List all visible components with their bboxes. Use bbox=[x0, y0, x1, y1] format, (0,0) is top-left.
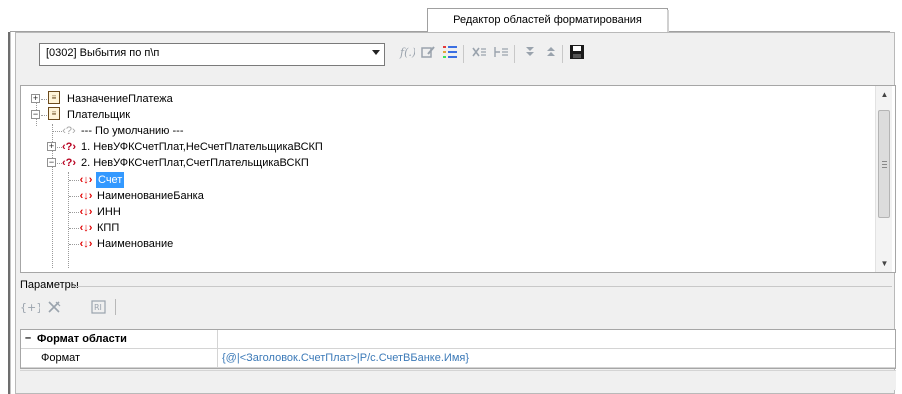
scroll-thumb[interactable] bbox=[878, 110, 890, 218]
tree-scrollbar[interactable]: ▲ ▼ bbox=[875, 86, 892, 272]
expand-icon[interactable]: + bbox=[47, 142, 56, 151]
svg-text:f(.): f(.) bbox=[399, 46, 415, 59]
field-icon: ‹↓› bbox=[79, 174, 93, 186]
grid-section-row[interactable]: – Формат области bbox=[21, 330, 895, 349]
tree-node-label: Счет bbox=[96, 172, 125, 188]
tab-shadow bbox=[667, 10, 669, 32]
tree-node-label: --- По умолчанию --- bbox=[81, 125, 184, 137]
save-icon[interactable] bbox=[567, 44, 587, 64]
list-icon[interactable] bbox=[440, 44, 460, 64]
svg-text:RI: RI bbox=[94, 303, 102, 312]
format-select[interactable]: [0302] Выбытия по п\п bbox=[39, 43, 385, 66]
field-icon: ‹↓› bbox=[79, 206, 93, 218]
move-up-icon[interactable] bbox=[541, 44, 561, 64]
tree-node-label: ИНН bbox=[97, 206, 121, 218]
grid-section-title: Формат области bbox=[37, 333, 127, 345]
properties-grid: – Формат области Формат {@|<Заголовок.Сч… bbox=[20, 329, 896, 369]
field-icon: ‹↓› bbox=[79, 238, 93, 250]
left-frame bbox=[8, 32, 11, 394]
edit-icon[interactable] bbox=[418, 44, 438, 64]
remove-param-icon[interactable] bbox=[47, 300, 63, 317]
function-icon[interactable]: f(.) bbox=[397, 44, 417, 64]
params-separator bbox=[115, 299, 116, 315]
scroll-down-icon[interactable]: ▼ bbox=[876, 255, 893, 272]
tree-node-label: 1. НевУФКСчетПлат,НеСчетПлательщикаВСКП bbox=[81, 141, 323, 153]
toolbar-separator bbox=[562, 45, 563, 63]
format-value-field[interactable]: {@|<Заголовок.СчетПлат>|Р/с.СчетВБанке.И… bbox=[222, 352, 469, 364]
format-tree: + ≡ НазначениеПлатежа − ≡ Плательщик ‹?›… bbox=[20, 85, 896, 273]
scroll-up-icon[interactable]: ▲ bbox=[876, 86, 893, 103]
format-select-value: [0302] Выбытия по п\п bbox=[46, 47, 160, 59]
question-icon: ‹?› bbox=[62, 141, 77, 153]
tab-format-editor[interactable]: Редактор областей форматирования bbox=[427, 8, 668, 32]
tree-node-label: НазначениеПлатежа bbox=[67, 93, 173, 105]
collapse-icon[interactable]: − bbox=[31, 110, 40, 119]
svg-text:{+}: {+} bbox=[20, 301, 40, 314]
field-icon: ‹↓› bbox=[79, 190, 93, 202]
tree-node-label: КПП bbox=[97, 222, 120, 234]
params-divider bbox=[72, 286, 892, 287]
params-title: Параметры bbox=[20, 279, 79, 291]
chevron-down-icon[interactable] bbox=[372, 50, 380, 55]
param-properties-icon[interactable]: RI bbox=[91, 300, 107, 317]
tree-node-label: Плательщик bbox=[67, 109, 131, 121]
move-down-icon[interactable] bbox=[520, 44, 540, 64]
remove-branch-icon[interactable] bbox=[491, 44, 511, 64]
collapse-section-icon[interactable]: – bbox=[25, 332, 31, 344]
question-icon: ‹?› bbox=[62, 157, 77, 169]
tree-node-label: Наименование bbox=[97, 238, 174, 250]
tree-node-label: НаименованиеБанка bbox=[97, 190, 204, 202]
document-icon: ≡ bbox=[48, 91, 60, 104]
remove-icon[interactable] bbox=[469, 44, 489, 64]
toolbar-separator bbox=[463, 45, 464, 63]
tree-node-label: 2. НевУФКСчетПлат,СчетПлательщикаВСКП bbox=[81, 157, 309, 169]
question-icon: ‹?› bbox=[62, 125, 76, 137]
document-icon: ≡ bbox=[48, 107, 60, 120]
expand-icon[interactable]: + bbox=[31, 94, 40, 103]
grid-property-name: Формат bbox=[41, 352, 81, 364]
toolbar-separator bbox=[514, 45, 515, 63]
add-param-icon[interactable]: {+} bbox=[20, 300, 43, 317]
grid-format-row[interactable]: Формат {@|<Заголовок.СчетПлат>|Р/с.СчетВ… bbox=[21, 349, 895, 368]
collapse-icon[interactable]: − bbox=[47, 158, 56, 167]
bottom-strip bbox=[20, 370, 896, 390]
field-icon: ‹↓› bbox=[79, 222, 93, 234]
